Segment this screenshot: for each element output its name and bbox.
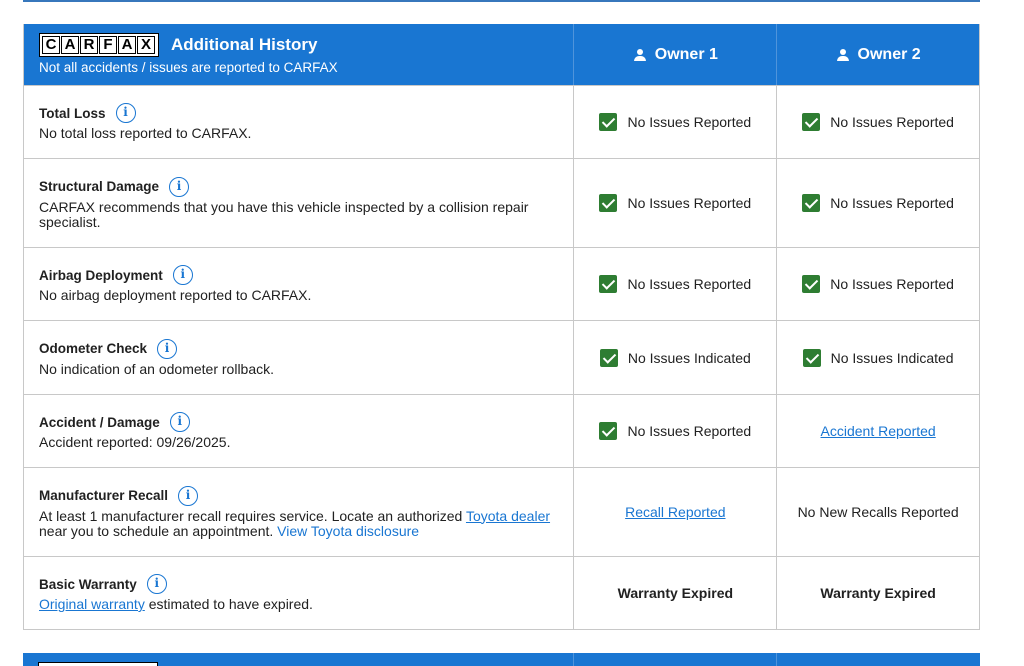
owner-1-value: No Issues Reported [574,395,778,467]
row-detail: Accident reported: 09/26/2025. [39,434,231,450]
status-text: No Issues Reported [627,423,752,439]
logo-letter: X [137,36,155,54]
row-description: Odometer Check i No indication of an odom… [24,321,575,394]
status-text: Warranty Expired [820,585,936,601]
accident-reported-link[interactable]: Accident Reported [821,423,936,439]
row-description: Structural Damage i CARFAX recommends tha… [24,159,575,247]
logo-letter: R [80,36,98,54]
checkmark-icon [599,348,618,367]
original-warranty-link[interactable]: Original warranty [39,596,145,612]
header-title-cell: C A R F A X Additional History Not all a… [24,24,575,85]
owner-1-value: Warranty Expired [574,557,778,629]
row-description: Basic Warranty i Original warranty estima… [24,557,575,629]
person-icon [836,48,850,62]
owner-1-value: No Issues Reported [574,86,778,158]
owner-label: Owner 1 [654,45,718,63]
row-title: Basic Warranty [39,576,137,592]
row-title: Total Loss [39,105,106,121]
owner-1-value: Recall Reported [574,468,778,556]
status-text: No New Recalls Reported [797,504,959,520]
owner-2-value: No Issues Reported [777,159,979,247]
view-toyota-disclosure-link[interactable]: View Toyota disclosure [277,523,419,539]
info-icon[interactable]: i [172,265,193,285]
status-text: No Issues Reported [627,276,752,292]
table-row-manufacturer-recall: Manufacturer Recall i At least 1 manufact… [24,467,979,556]
row-title: Accident / Damage [39,414,160,430]
table-row-basic-warranty: Basic Warranty i Original warranty estima… [24,556,979,629]
status-text: No Issues Reported [627,114,752,130]
toyota-dealer-link[interactable]: Toyota dealer [466,508,550,524]
info-icon[interactable]: i [178,485,199,506]
owner-2-value: No Issues Reported [777,248,979,320]
owner-1-value: No Issues Indicated [574,321,778,394]
row-detail: At least 1 manufacturer recall requires … [39,507,558,539]
next-section-header [23,653,980,666]
info-icon[interactable]: i [157,338,178,359]
owner-1-value: No Issues Reported [574,159,778,247]
person-icon [633,48,647,62]
status-text: Warranty Expired [617,585,734,601]
table-row-structural-damage: Structural Damage i CARFAX recommends tha… [24,158,979,247]
info-icon[interactable]: i [115,103,136,123]
table-row-total-loss: Total Loss i No total loss reported to CA… [24,85,979,158]
info-icon[interactable]: i [169,176,190,197]
row-description: Airbag Deployment i No airbag deployment … [24,248,575,320]
checkmark-icon [802,275,821,293]
table-row-accident-damage: Accident / Damage i Accident reported: 09… [24,394,979,467]
owner-label: Owner 2 [857,45,921,63]
row-detail: No airbag deployment reported to CARFAX. [39,287,312,303]
recall-reported-link[interactable]: Recall Reported [625,504,725,520]
status-text: No Issues Reported [830,276,954,292]
checkmark-icon [599,194,618,212]
row-description: Total Loss i No total loss reported to CA… [24,86,575,158]
info-icon[interactable]: i [146,574,167,594]
checkmark-icon [802,348,821,367]
additional-history-table: C A R F A X Additional History Not all a… [23,24,980,630]
carfax-logo: C A R F A X [39,33,159,57]
status-text: No Issues Reported [830,195,954,211]
detail-text: near you to schedule an appointment. [39,522,278,539]
status-text: No Issues Indicated [830,349,954,366]
section-title: Additional History [171,35,318,54]
row-detail: No indication of an odometer rollback. [39,360,275,377]
carfax-logo [38,662,158,666]
section-subtitle: Not all accidents / issues are reported … [39,60,338,75]
table-row-odometer-check: Odometer Check i No indication of an odom… [24,320,979,394]
row-title: Structural Damage [39,179,160,194]
owner-2-header: Owner 2 [777,24,979,85]
row-detail: Original warranty estimated to have expi… [39,597,558,612]
logo-letter: A [61,36,79,54]
status-text: No Issues Indicated [627,349,751,366]
checkmark-icon [599,422,618,440]
logo-letter: A [118,36,136,54]
detail-text: At least 1 manufacturer recall requires … [39,507,466,524]
status-text: No Issues Reported [627,195,752,211]
owner-2-value: No Issues Indicated [777,321,979,394]
checkmark-icon [599,275,618,293]
logo-letter: C [42,36,60,54]
checkmark-icon [599,113,618,131]
owner-2-value: No Issues Reported [777,86,979,158]
status-text: No Issues Reported [830,114,954,130]
section-divider [23,0,980,2]
logo-letter: F [99,36,117,54]
row-description: Manufacturer Recall i At least 1 manufact… [24,468,575,556]
checkmark-icon [802,194,821,212]
owner-1-header: Owner 1 [574,24,778,85]
row-detail: No total loss reported to CARFAX. [39,125,252,141]
owner-2-value: Accident Reported [777,395,979,467]
checkmark-icon [802,113,821,131]
row-title: Manufacturer Recall [39,488,169,503]
detail-text: estimated to have expired. [144,596,313,612]
owner-2-value: No New Recalls Reported [777,468,979,556]
owner-2-value: Warranty Expired [777,557,979,629]
info-icon[interactable]: i [169,412,190,432]
row-title: Airbag Deployment [39,267,163,283]
row-detail: CARFAX recommends that you have this veh… [39,198,529,230]
table-header: C A R F A X Additional History Not all a… [24,24,979,85]
owner-1-value: No Issues Reported [574,248,778,320]
table-row-airbag-deployment: Airbag Deployment i No airbag deployment … [24,247,979,320]
row-description: Accident / Damage i Accident reported: 09… [24,395,575,467]
row-title: Odometer Check [39,341,148,356]
